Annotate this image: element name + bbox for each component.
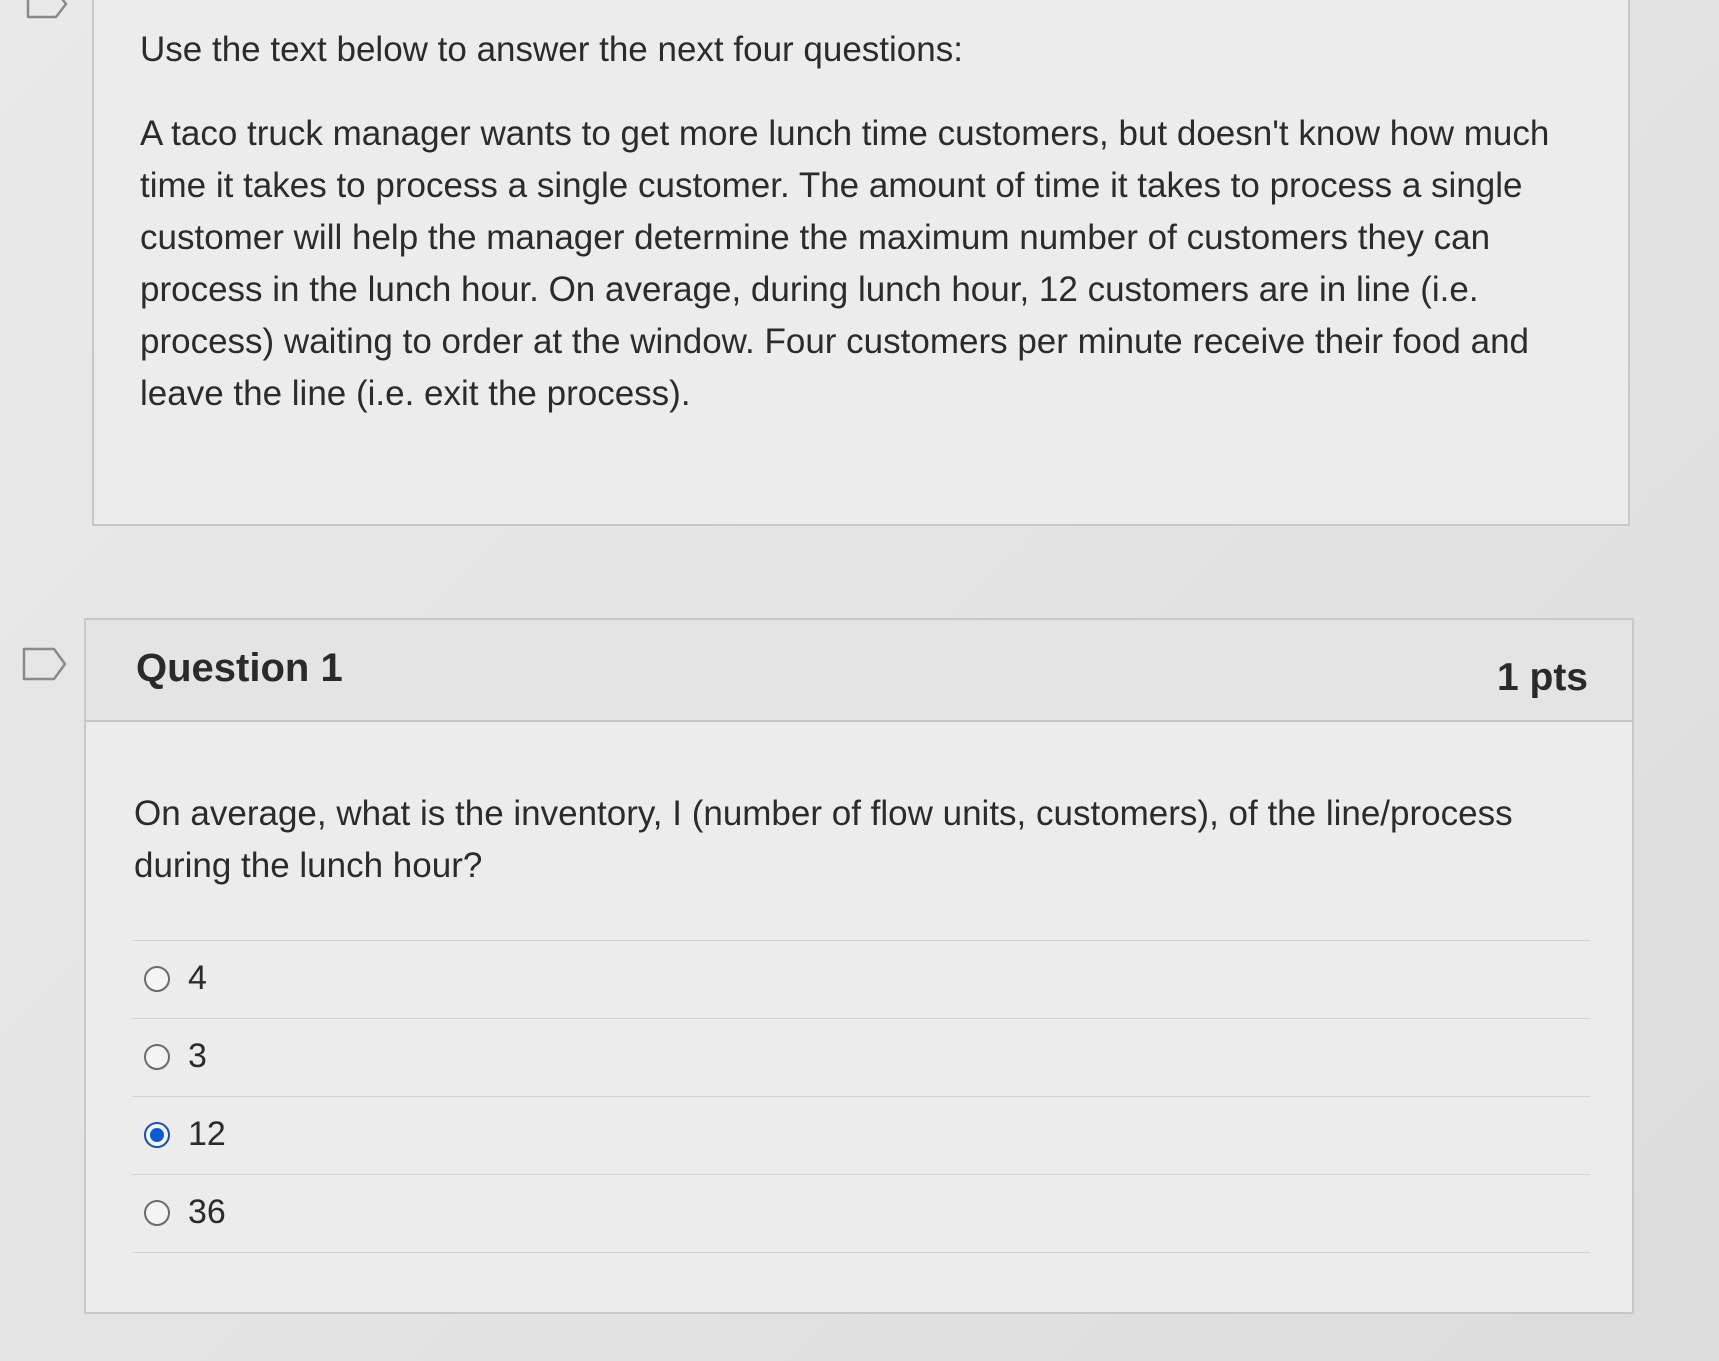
answer-list: 4 3 12 36 — [132, 940, 1590, 1253]
quiz-page: Use the text below to answer the next fo… — [0, 0, 1719, 1361]
question-title: Question 1 — [136, 646, 343, 690]
answer-option[interactable]: 12 — [132, 1097, 1590, 1175]
answer-label: 36 — [188, 1193, 226, 1231]
answer-option[interactable]: 3 — [132, 1019, 1590, 1097]
answer-label: 12 — [188, 1115, 226, 1153]
question-header: Question 1 1 pts — [86, 620, 1632, 722]
answer-option[interactable]: 4 — [132, 941, 1590, 1019]
flag-question-icon[interactable] — [22, 646, 67, 681]
radio-button-icon[interactable] — [144, 966, 170, 992]
passage-intro: Use the text below to answer the next fo… — [140, 30, 963, 69]
answer-label: 3 — [188, 1037, 207, 1075]
flag-question-icon[interactable] — [26, 0, 68, 19]
question-points: 1 pts — [1496, 656, 1588, 699]
question-card: Question 1 1 pts On average, what is the… — [84, 618, 1634, 1314]
radio-button-icon[interactable] — [144, 1200, 170, 1226]
text-passage-panel: Use the text below to answer the next fo… — [92, 0, 1630, 526]
answer-label: 4 — [188, 959, 207, 997]
radio-button-icon[interactable] — [144, 1122, 170, 1148]
question-text: On average, what is the inventory, I (nu… — [134, 794, 1513, 885]
passage-body: A taco truck manager wants to get more l… — [140, 114, 1550, 413]
radio-button-icon[interactable] — [144, 1044, 170, 1070]
answer-option[interactable]: 36 — [132, 1175, 1590, 1253]
